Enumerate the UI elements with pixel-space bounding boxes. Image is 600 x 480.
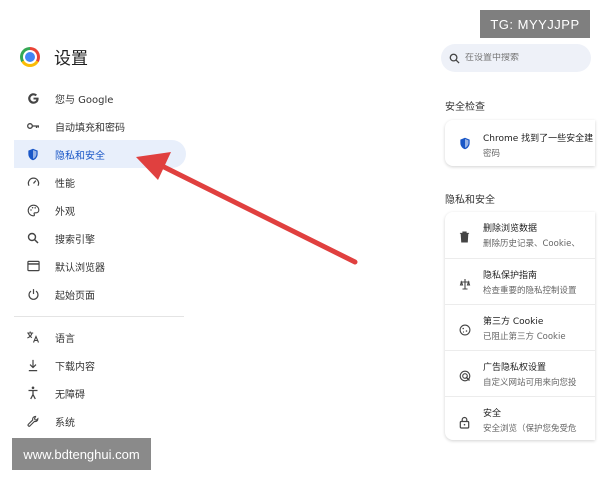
speedometer-icon: [26, 175, 40, 189]
google-icon: [26, 91, 40, 105]
power-icon: [26, 287, 40, 301]
row-title: 安全: [483, 409, 502, 419]
search-icon: [26, 231, 40, 245]
row-sub: 检查重要的隐私控制设置: [483, 286, 577, 296]
safety-check-sub: 密码: [483, 149, 501, 159]
privacy-guide-icon: [459, 278, 471, 290]
row-sub: 安全浏览（保护您免受危: [483, 424, 577, 434]
accessibility-icon: [26, 386, 40, 400]
sidebar-item-default-browser[interactable]: 默认浏览器: [14, 252, 186, 280]
sidebar-item-performance[interactable]: 性能: [14, 168, 186, 196]
key-icon: [26, 119, 40, 133]
settings-header: 设置: [20, 44, 88, 69]
sidebar-item-label: 语言: [55, 333, 75, 345]
row-sub: 已阻止第三方 Cookie: [483, 332, 566, 342]
sidebar-item-startup[interactable]: 起始页面: [14, 280, 186, 308]
palette-icon: [26, 203, 40, 217]
safety-check-row[interactable]: Chrome 找到了一些安全建 密码: [445, 120, 595, 159]
sidebar-item-label: 您与 Google: [55, 94, 114, 106]
sidebar-item-search-engine[interactable]: 搜索引擎: [14, 224, 186, 252]
row-title: 第三方 Cookie: [483, 317, 544, 327]
sidebar-item-autofill[interactable]: 自动填充和密码: [14, 112, 186, 140]
section-label-safety-check: 安全检查: [445, 102, 485, 113]
row-title: 隐私保护指南: [483, 271, 538, 281]
browser-window-icon: [26, 259, 40, 273]
sidebar-item-accessibility[interactable]: 无障碍: [14, 379, 186, 407]
sidebar-item-label: 隐私和安全: [55, 150, 105, 162]
search-icon: [449, 53, 460, 64]
privacy-row-privacy-guide[interactable]: 隐私保护指南 检查重要的隐私控制设置: [445, 258, 595, 304]
sidebar-item-downloads[interactable]: 下载内容: [14, 351, 186, 379]
row-title: 删除浏览数据: [483, 224, 538, 234]
sidebar-item-label: 下载内容: [55, 361, 95, 373]
translate-icon: [26, 330, 40, 344]
trash-icon: [459, 231, 471, 243]
sidebar-divider: [14, 316, 184, 317]
sidebar-item-label: 默认浏览器: [55, 262, 105, 274]
sidebar-item-you-and-google[interactable]: 您与 Google: [14, 84, 186, 112]
safety-check-title: Chrome 找到了一些安全建: [483, 134, 594, 144]
privacy-row-third-party-cookies[interactable]: 第三方 Cookie 已阻止第三方 Cookie: [445, 304, 595, 350]
privacy-row-security[interactable]: 安全 安全浏览（保护您免受危: [445, 396, 595, 440]
page-title: 设置: [54, 49, 88, 69]
tg-badge: TG: MYYJJPP: [480, 10, 590, 38]
privacy-row-clear-data[interactable]: 删除浏览数据 删除历史记录、Cookie、: [445, 212, 595, 258]
sidebar-item-label: 搜索引擎: [55, 234, 95, 246]
sidebar-item-appearance[interactable]: 外观: [14, 196, 186, 224]
lock-icon: [459, 416, 471, 429]
ad-privacy-icon: [459, 370, 471, 382]
search-input[interactable]: [465, 53, 585, 63]
download-icon: [26, 358, 40, 372]
sidebar-item-label: 外观: [55, 206, 75, 218]
cookie-icon: [459, 324, 471, 336]
sidebar-item-system[interactable]: 系统: [14, 407, 186, 435]
row-sub: 删除历史记录、Cookie、: [483, 239, 580, 249]
sidebar-item-label: 自动填充和密码: [55, 122, 125, 134]
sidebar-item-privacy-security[interactable]: 隐私和安全: [14, 140, 186, 168]
shield-icon: [26, 147, 40, 161]
sidebar-item-label: 性能: [55, 178, 75, 190]
section-label-privacy: 隐私和安全: [445, 195, 495, 206]
privacy-card: 删除浏览数据 删除历史记录、Cookie、 隐私保护指南 检查重要的隐私控制设置…: [445, 212, 595, 440]
sidebar-item-label: 无障碍: [55, 389, 85, 401]
arrow-shaft: [159, 163, 358, 265]
sidebar-item-languages[interactable]: 语言: [14, 323, 186, 351]
sidebar-item-label: 系统: [55, 417, 75, 429]
safety-check-card[interactable]: Chrome 找到了一些安全建 密码: [445, 120, 595, 166]
shield-icon: [459, 137, 471, 150]
privacy-row-ad-privacy[interactable]: 广告隐私权设置 自定义网站可用来向您投: [445, 350, 595, 396]
sidebar-item-label: 起始页面: [55, 290, 95, 302]
wrench-icon: [26, 414, 40, 428]
watermark: www.bdtenghui.com: [12, 438, 151, 470]
chrome-logo-icon: [20, 46, 40, 67]
row-sub: 自定义网站可用来向您投: [483, 378, 577, 388]
row-title: 广告隐私权设置: [483, 363, 547, 373]
sidebar-nav: 您与 Google 自动填充和密码 隐私和安全 性能 外观 搜索引擎 默认浏览器…: [14, 84, 186, 435]
search-box[interactable]: [441, 44, 591, 72]
